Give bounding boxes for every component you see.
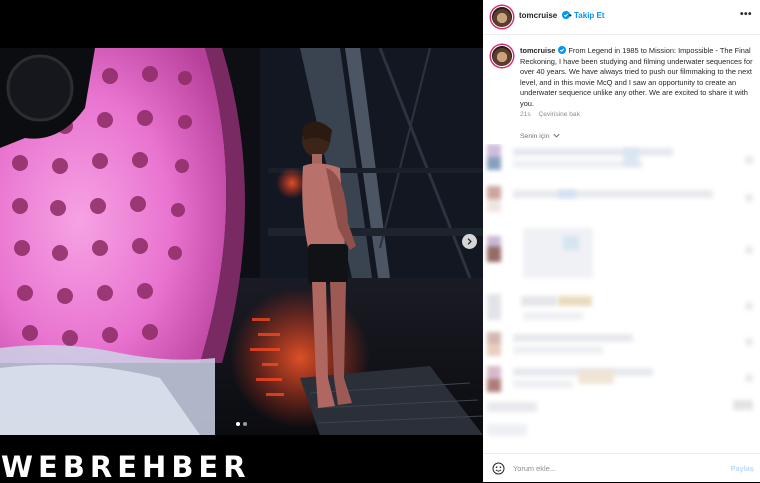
blurred-avatar	[487, 144, 501, 170]
carousel-indicator	[236, 422, 247, 426]
caption-text: From Legend in 1985 to Mission: Impossib…	[520, 46, 753, 108]
blurred-comment-line	[558, 296, 592, 306]
blurred-like	[745, 156, 753, 164]
blurred-comment-line	[623, 148, 639, 166]
blurred-comment-line	[558, 190, 576, 198]
see-translation-link[interactable]: Çevirisine bak	[538, 111, 579, 118]
blurred-comment-line	[513, 334, 633, 342]
blurred-comment-line	[523, 228, 593, 278]
post-header: tomcruise • Takip Et •••	[483, 0, 760, 35]
add-comment-bar: Paylaş	[483, 453, 760, 483]
blurred-comment-line	[513, 190, 713, 198]
watermark-logo: WEBREHBER	[1, 452, 251, 482]
caption-meta: 21s Çevirisine bak	[520, 111, 586, 118]
blurred-comment-line	[523, 312, 583, 320]
caption-username[interactable]: tomcruise	[520, 46, 555, 55]
caption-avatar[interactable]	[491, 45, 513, 67]
blurred-like	[745, 246, 753, 254]
chevron-right-icon	[467, 238, 472, 245]
blurred-avatar	[487, 294, 501, 320]
comments-list	[483, 144, 760, 449]
verified-badge-icon	[558, 46, 567, 54]
follow-button[interactable]: Takip Et	[574, 11, 605, 20]
carousel-dot	[236, 422, 240, 426]
blurred-comment-line	[513, 346, 603, 354]
blurred-like	[745, 338, 753, 346]
watermark-text: WEBREHBER	[1, 450, 251, 482]
blurred-like	[745, 374, 753, 382]
blurred-avatar	[487, 186, 501, 212]
blurred-comment-line	[513, 380, 573, 388]
underwater-set-photo	[0, 48, 483, 435]
post-media-panel: WEBREHBER	[0, 0, 483, 482]
post-caption: tomcruise From Legend in 1985 to Mission…	[520, 46, 756, 110]
post-details-panel: tomcruise • Takip Et ••• tomcruise From …	[483, 0, 760, 482]
blurred-avatar	[487, 366, 501, 392]
comment-filter-label: Senin için	[520, 133, 550, 140]
blurred-comment-line	[521, 296, 557, 306]
blurred-comment-line	[563, 236, 579, 250]
emoji-icon[interactable]	[492, 462, 505, 475]
carousel-dot	[243, 422, 247, 426]
blurred-comment-line	[487, 424, 527, 436]
username-link[interactable]: tomcruise	[519, 11, 571, 20]
more-options-icon[interactable]: •••	[740, 9, 752, 20]
post-time[interactable]: 21s	[520, 111, 531, 118]
carousel-next-button[interactable]	[462, 234, 477, 249]
comment-input[interactable]	[513, 461, 713, 476]
blurred-comment-line	[578, 370, 614, 384]
blurred-avatar	[487, 236, 501, 262]
chevron-down-icon	[553, 133, 561, 138]
blurred-like	[733, 400, 753, 410]
header-separator: •	[569, 11, 572, 20]
blurred-like	[745, 302, 753, 310]
post-photo[interactable]	[0, 48, 483, 435]
avatar[interactable]	[491, 6, 513, 28]
blurred-comment-line	[513, 148, 673, 156]
blurred-like	[745, 194, 753, 202]
blurred-avatar	[487, 332, 501, 356]
comment-filter-dropdown[interactable]: Senin için	[520, 133, 561, 140]
post-comment-button[interactable]: Paylaş	[731, 464, 754, 473]
blurred-comment-line	[487, 402, 537, 412]
